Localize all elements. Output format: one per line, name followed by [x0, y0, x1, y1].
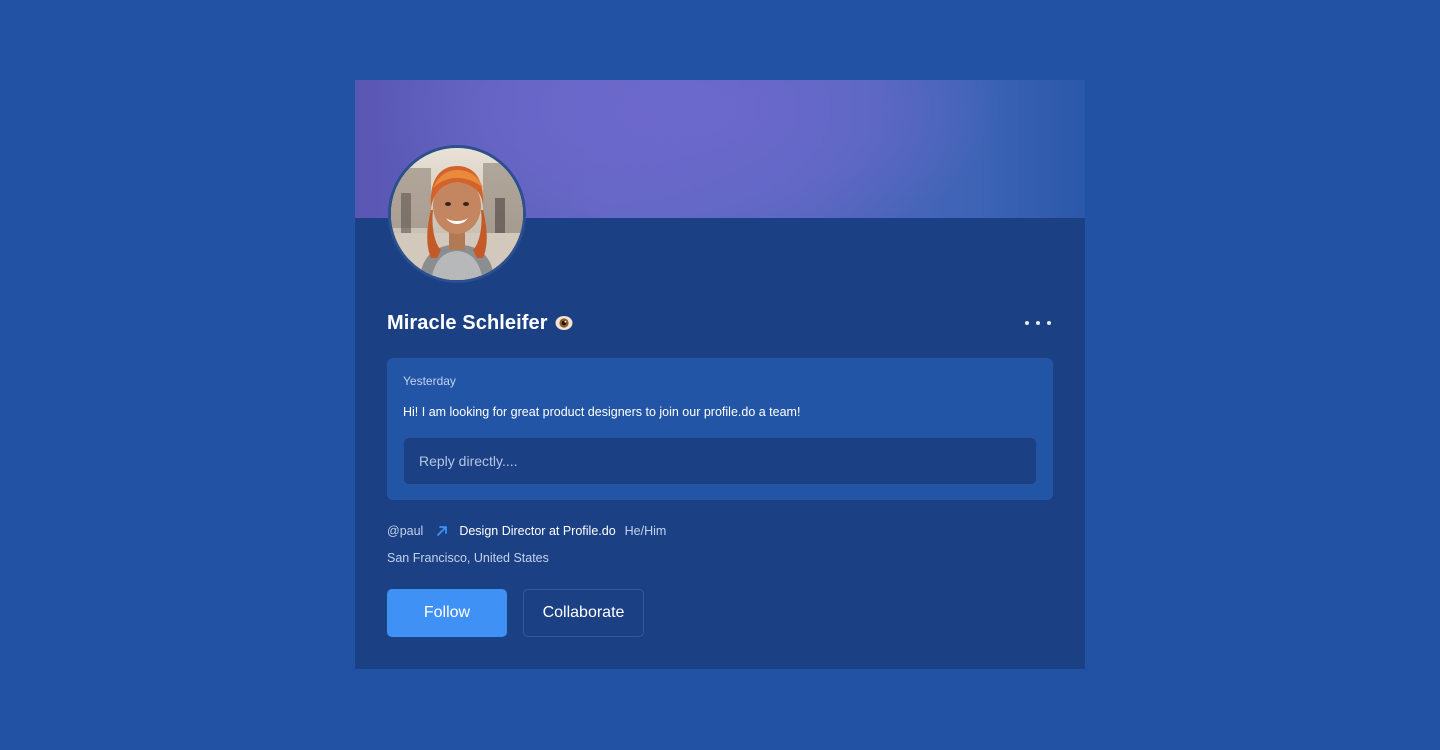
collaborate-button[interactable]: Collaborate [523, 589, 644, 637]
follow-button[interactable]: Follow [387, 589, 507, 637]
profile-role[interactable]: Design Director at Profile.do [459, 524, 615, 538]
profile-name: Miracle Schleifer [387, 311, 548, 334]
profile-location: San Francisco, United States [387, 551, 549, 565]
profile-handle[interactable]: @paul [387, 524, 423, 538]
page-background: { "profile": { "name": "Miracle Schleife… [0, 0, 1440, 750]
message-text: Hi! I am looking for great product desig… [403, 405, 801, 419]
profile-pronouns: He/Him [624, 524, 667, 538]
more-horizontal-icon [1047, 321, 1051, 325]
avatar-photo [391, 148, 523, 280]
message-date: Yesterday [403, 374, 456, 388]
avatar[interactable] [388, 145, 526, 283]
message-card: Yesterday Hi! I am looking for great pro… [387, 358, 1053, 500]
more-options-button[interactable] [1025, 313, 1053, 333]
profile-card: Miracle Schleifer Yesterday Hi! I am loo… [355, 80, 1085, 669]
arrow-up-right-icon[interactable] [435, 524, 449, 538]
eye-icon [555, 314, 573, 332]
reply-input[interactable] [404, 438, 1036, 484]
more-horizontal-icon [1036, 321, 1040, 325]
profile-header: Miracle Schleifer [387, 308, 1053, 338]
profile-meta: @paul Design Director at Profile.do He/H… [387, 524, 666, 538]
more-horizontal-icon [1025, 321, 1029, 325]
